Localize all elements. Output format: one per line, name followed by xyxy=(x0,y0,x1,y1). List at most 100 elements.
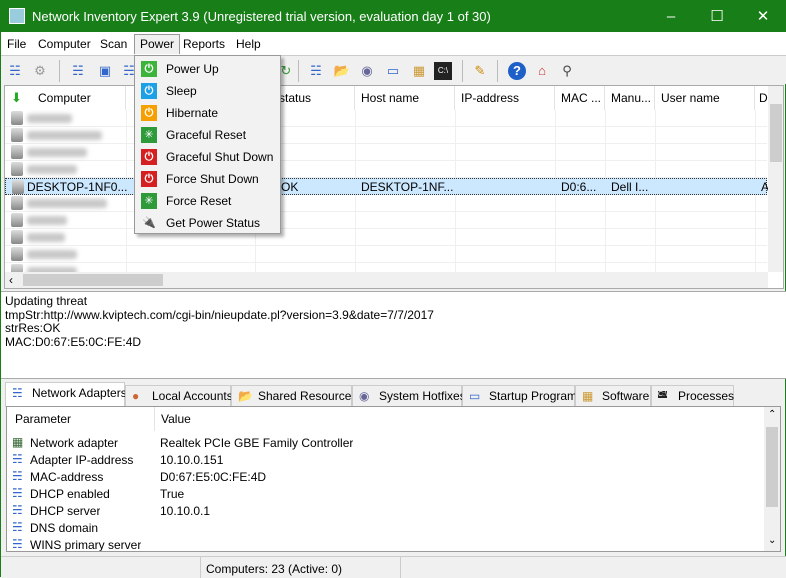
toolbar: ☵ ⚙ ☵ ▣ ☵ ↻ ☵ 📂 ◉ ▭ ▦ C:\ ✎ ? ⌂ ⚲ xyxy=(1,55,786,84)
network-card-icon: ▦ xyxy=(12,435,24,449)
help-icon[interactable]: ? xyxy=(508,62,526,80)
tab-local-accounts[interactable]: ● Local Accounts xyxy=(125,385,233,406)
power-menu-item-get-power-status[interactable]: 🔌 Get Power Status xyxy=(137,212,278,234)
active-directory-icon[interactable]: ☵ xyxy=(69,62,87,80)
menu-power[interactable]: Power xyxy=(134,34,181,54)
software-icon[interactable]: ▦ xyxy=(410,62,428,80)
plug-icon: 🔌 xyxy=(142,217,156,229)
scroll-up-icon[interactable]: ⌃ xyxy=(768,409,776,420)
log-line: Updating threat xyxy=(5,294,88,308)
menu-item-label: Force Shut Down xyxy=(166,172,259,186)
menu-bar: File Computer Scan Power Reports Help xyxy=(1,32,786,55)
report-icon[interactable]: ✎ xyxy=(471,62,489,80)
computer-icon[interactable]: ▣ xyxy=(96,62,114,80)
tab-system-hotfixes[interactable]: ◉ System Hotfixes xyxy=(352,385,466,406)
vertical-scrollbar[interactable]: ⌃ ⌄ xyxy=(764,407,780,551)
home-icon[interactable]: ⌂ xyxy=(533,62,551,80)
startup-icon: ▭ xyxy=(469,389,481,403)
tab-shared-resources[interactable]: 📂 Shared Resources xyxy=(231,385,357,406)
detail-row[interactable]: ☵ WINS primary server xyxy=(7,537,762,551)
menu-item-label: Power Up xyxy=(166,62,219,76)
scroll-left-icon[interactable]: ‹ xyxy=(9,273,13,287)
computer-row[interactable] xyxy=(5,144,767,161)
menu-scan[interactable]: Scan xyxy=(95,35,132,55)
computer-row[interactable] xyxy=(5,212,767,229)
column-mac[interactable]: MAC ... xyxy=(555,86,605,110)
hotfix-icon[interactable]: ◉ xyxy=(358,62,376,80)
force-reset-icon: ✳ xyxy=(141,193,157,209)
network-icon[interactable]: ☵ xyxy=(6,62,24,80)
menu-reports[interactable]: Reports xyxy=(178,35,230,55)
column-parameter[interactable]: Parameter xyxy=(7,407,155,431)
startup-icon[interactable]: ▭ xyxy=(384,62,402,80)
power-menu-item-graceful-reset[interactable]: ✳ Graceful Reset xyxy=(137,124,278,146)
users-icon: ● xyxy=(132,389,140,403)
column-value[interactable]: Value xyxy=(155,407,765,431)
mac-cell: D0:6... xyxy=(561,180,597,194)
remove-computer-icon[interactable]: ⚙ xyxy=(31,62,49,80)
parameter-value: D0:67:E5:0C:FE:4D xyxy=(160,470,267,484)
window-title: Network Inventory Expert 3.9 (Unregister… xyxy=(32,9,491,24)
key-icon[interactable]: ⚲ xyxy=(558,62,576,80)
network-scan-icon[interactable]: ☵ xyxy=(307,62,325,80)
shared-folder-icon[interactable]: 📂 xyxy=(333,62,351,80)
detail-row[interactable]: ☵ DHCP server 10.10.0.1 xyxy=(7,503,762,520)
computer-row[interactable] xyxy=(5,229,767,246)
detail-row[interactable]: ▦ Network adapter Realtek PCIe GBE Family … xyxy=(7,435,762,452)
menu-computer[interactable]: Computer xyxy=(33,35,96,55)
column-ip-address[interactable]: IP-address xyxy=(455,86,555,110)
status-cell: OK xyxy=(281,180,299,194)
computer-row-selected[interactable]: DESKTOP-1NF0... OK DESKTOP-1NF... D0:6... De… xyxy=(5,178,769,195)
power-menu-item-sleep[interactable]: ⏻ Sleep xyxy=(137,80,278,102)
detail-row[interactable]: ☵ DNS domain xyxy=(7,520,762,537)
column-computer[interactable]: Computer xyxy=(5,86,126,110)
power-menu-item-graceful-shut-down[interactable]: ⏻ Graceful Shut Down xyxy=(137,146,278,168)
minimize-button[interactable]: – xyxy=(648,1,694,32)
parameter-value: Realtek PCIe GBE Family Controller xyxy=(160,436,354,450)
scroll-down-icon[interactable]: ⌄ xyxy=(768,535,776,546)
menu-file[interactable]: File xyxy=(2,35,31,55)
blurred-computer-name xyxy=(27,114,72,123)
power-menu-item-force-shut-down[interactable]: ⏻ Force Shut Down xyxy=(137,168,278,190)
maximize-button[interactable]: ☐ xyxy=(694,1,740,32)
detail-row[interactable]: ☵ DHCP enabled True xyxy=(7,486,762,503)
power-menu-item-force-reset[interactable]: ✳ Force Reset xyxy=(137,190,278,212)
console-icon[interactable]: C:\ xyxy=(434,62,452,80)
vertical-scrollbar[interactable] xyxy=(768,86,783,272)
menu-help[interactable]: Help xyxy=(231,35,266,55)
detail-row[interactable]: ☵ MAC-address D0:67:E5:0C:FE:4D xyxy=(7,469,762,486)
scrollbar-thumb[interactable] xyxy=(23,274,163,286)
scrollbar-thumb[interactable] xyxy=(766,427,778,507)
computer-row[interactable] xyxy=(5,161,767,178)
network-icon: ☵ xyxy=(12,386,23,400)
computer-row[interactable] xyxy=(5,110,767,127)
tab-label: System Hotfixes xyxy=(379,389,466,403)
parameter-name: Adapter IP-address xyxy=(30,453,134,467)
horizontal-scrollbar[interactable]: ‹ xyxy=(5,272,768,288)
power-menu-item-power-up[interactable]: ⏻ Power Up xyxy=(137,58,278,80)
tab-network-adapters[interactable]: ☵ Network Adapters xyxy=(5,382,127,407)
computer-row[interactable] xyxy=(5,127,767,144)
close-button[interactable]: ✕ xyxy=(740,1,786,32)
column-d[interactable]: D xyxy=(755,86,769,110)
scrollbar-thumb[interactable] xyxy=(770,104,782,162)
hotfix-icon: ◉ xyxy=(359,389,370,403)
menu-item-label: Hibernate xyxy=(166,106,219,120)
tab-processes[interactable]: C:\ Processes xyxy=(651,385,734,406)
computer-icon xyxy=(11,162,23,176)
tab-software[interactable]: ▦ Software xyxy=(575,385,651,406)
column-user-name[interactable]: User name xyxy=(655,86,755,110)
computer-row[interactable] xyxy=(5,195,767,212)
detail-row[interactable]: ☵ Adapter IP-address 10.10.0.151 xyxy=(7,452,762,469)
column-manufacturer[interactable]: Manu... xyxy=(605,86,655,110)
computer-row[interactable] xyxy=(5,246,767,263)
hibernate-icon: ⏻ xyxy=(141,105,157,121)
tab-startup-programs[interactable]: ▭ Startup Programs xyxy=(462,385,583,406)
toolbar-separator xyxy=(497,60,498,82)
column-host-name[interactable]: Host name xyxy=(355,86,455,110)
menu-item-label: Force Reset xyxy=(166,194,232,208)
power-menu-item-hibernate[interactable]: ⏻ Hibernate xyxy=(137,102,278,124)
parameter-name: MAC-address xyxy=(30,470,104,484)
computer-name: DESKTOP-1NF0... xyxy=(27,180,128,194)
app-window: Network Inventory Expert 3.9 (Unregister… xyxy=(0,0,786,578)
